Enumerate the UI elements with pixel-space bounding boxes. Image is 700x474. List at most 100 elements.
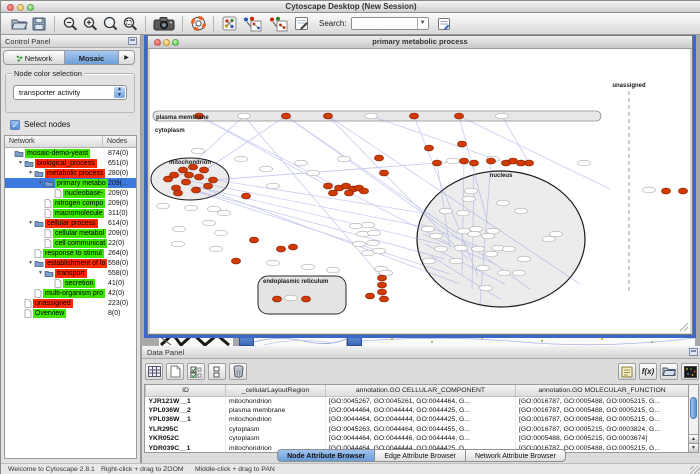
table-column-header[interactable]: annotation.GO MOLECULAR_FUNCTION (516, 385, 689, 396)
network-node[interactable] (470, 226, 483, 232)
network-node[interactable] (550, 231, 563, 237)
tree-row[interactable]: unassigned223(0) (5, 298, 136, 308)
network-node[interactable] (430, 233, 443, 239)
network-node[interactable] (172, 241, 185, 247)
network-view-icon[interactable] (219, 14, 239, 33)
network-node[interactable] (422, 226, 435, 232)
network-node[interactable] (285, 295, 298, 301)
canvas-resize-grip[interactable] (680, 323, 688, 331)
tree-row[interactable]: ▼biological_process651(0) (5, 158, 136, 168)
network-node-selected[interactable] (344, 190, 353, 196)
network-node-selected[interactable] (276, 246, 285, 252)
delete-attribute-icon[interactable] (229, 363, 247, 380)
network-view-window[interactable]: primary metabolic process plasma membran… (147, 35, 693, 335)
network-node-selected[interactable] (379, 296, 388, 302)
network-node[interactable] (302, 264, 315, 270)
search-input[interactable]: ▼ (351, 17, 429, 30)
tree-row[interactable]: secretion41(0) (5, 278, 136, 288)
network-node[interactable] (218, 210, 231, 216)
help-lifering-icon[interactable] (188, 14, 208, 33)
network-node[interactable] (173, 226, 186, 232)
network-node[interactable] (578, 160, 591, 166)
layout-b-icon[interactable] (265, 14, 291, 33)
network-name-chip[interactable]: establishment of lo (45, 259, 107, 268)
tree-row[interactable]: cellular metabol209(0) (5, 228, 136, 238)
search-dropdown-icon[interactable]: ▼ (417, 18, 428, 29)
zoom-in-icon[interactable] (80, 14, 100, 33)
unselect-attributes-icon[interactable] (208, 363, 226, 380)
tree-row[interactable]: nucleobase-209(0) (5, 188, 136, 198)
network-canvas[interactable]: plasma membranecytoplasmmitochondrionnuc… (150, 49, 690, 333)
network-name-chip[interactable]: unassigned (33, 299, 73, 308)
network-node-selected[interactable] (288, 244, 297, 250)
network-node[interactable] (515, 208, 528, 214)
float-panel-icon[interactable] (128, 37, 137, 45)
table-column-header[interactable]: _cellularLayoutRegion (226, 385, 326, 396)
scroll-up-icon[interactable]: ▲ (689, 434, 698, 443)
import-attributes-icon[interactable] (660, 363, 678, 380)
network-node[interactable] (192, 148, 205, 154)
tree-row[interactable]: multi-organism pro42(0) (5, 288, 136, 298)
network-node-selected[interactable] (374, 155, 383, 161)
open-network-icon[interactable] (9, 14, 29, 33)
network-name-chip[interactable]: mosaic-demo-yeast (25, 149, 90, 158)
network-name-chip[interactable]: response to stimul (43, 249, 104, 258)
table-scrollbar[interactable]: ▲ ▼ (688, 384, 699, 453)
tree-row[interactable]: ▼transport558(0) (5, 268, 136, 278)
network-name-chip[interactable]: macromolecule (53, 209, 104, 218)
network-node[interactable] (295, 160, 308, 166)
network-node[interactable] (477, 265, 490, 271)
network-node[interactable] (423, 258, 436, 264)
tree-row[interactable]: ▼cellular process614(0) (5, 218, 136, 228)
network-node[interactable] (235, 156, 248, 162)
annotation-icon[interactable] (291, 14, 311, 33)
network-node[interactable] (210, 246, 223, 252)
network-node-selected[interactable] (524, 160, 533, 166)
network-node-selected[interactable] (377, 282, 386, 288)
network-node-selected[interactable] (454, 113, 463, 119)
network-node[interactable] (362, 222, 375, 228)
attribute-browser-tab-2[interactable]: Edge Attribute Browser (375, 449, 466, 462)
tree-row[interactable]: response to stimul264(0) (5, 248, 136, 258)
network-node[interactable] (185, 205, 198, 211)
network-node[interactable] (457, 210, 470, 216)
network-node[interactable] (518, 256, 531, 262)
region-nucleus[interactable] (417, 171, 585, 307)
network-name-chip[interactable]: cell communicat (53, 239, 107, 248)
table-column-header[interactable]: annotation.GO CELLULAR_COMPONENT (326, 385, 516, 396)
network-name-chip[interactable]: nucleobase- (63, 189, 105, 198)
float-panel-icon[interactable] (689, 348, 698, 356)
network-node[interactable] (543, 236, 556, 242)
tree-row[interactable]: mosaic-demo-yeast874(0) (5, 148, 136, 158)
network-node-selected[interactable] (169, 172, 178, 178)
network-node[interactable] (238, 113, 251, 119)
network-node[interactable] (455, 245, 468, 251)
network-node-selected[interactable] (661, 188, 670, 194)
table-column-header[interactable]: ID (146, 385, 226, 396)
network-node-selected[interactable] (678, 188, 687, 194)
network-name-chip[interactable]: multi-organism pro (43, 289, 105, 298)
tab-network[interactable]: Network (3, 50, 65, 65)
zoom-selected-icon[interactable] (120, 14, 140, 33)
network-node-selected[interactable] (432, 160, 441, 166)
tab-mosaic[interactable]: Mosaic (65, 50, 119, 65)
tree-row[interactable]: ▼establishment of lo558(0) (5, 258, 136, 268)
tree-row[interactable]: ▼metabolic process280(0) (5, 168, 136, 178)
save-session-icon[interactable] (29, 14, 49, 33)
network-node[interactable] (373, 248, 386, 254)
network-node-selected[interactable] (323, 113, 332, 119)
tree-column-nodes[interactable]: Nodes (103, 136, 136, 147)
attribute-browser-tab-3[interactable]: Network Attribute Browser (466, 449, 566, 462)
network-node[interactable] (513, 270, 526, 276)
new-attribute-icon[interactable] (166, 363, 184, 380)
attribute-editor-icon[interactable] (618, 363, 636, 380)
network-node-selected[interactable] (173, 190, 182, 196)
network-name-chip[interactable]: biological_process (35, 159, 97, 168)
network-node-selected[interactable] (409, 113, 418, 119)
network-node[interactable] (307, 170, 320, 176)
network-node[interactable] (496, 113, 509, 119)
network-node[interactable] (472, 246, 485, 252)
network-name-chip[interactable]: cellular metabol (53, 229, 106, 238)
network-node-selected[interactable] (328, 190, 337, 196)
network-node[interactable] (267, 260, 280, 266)
